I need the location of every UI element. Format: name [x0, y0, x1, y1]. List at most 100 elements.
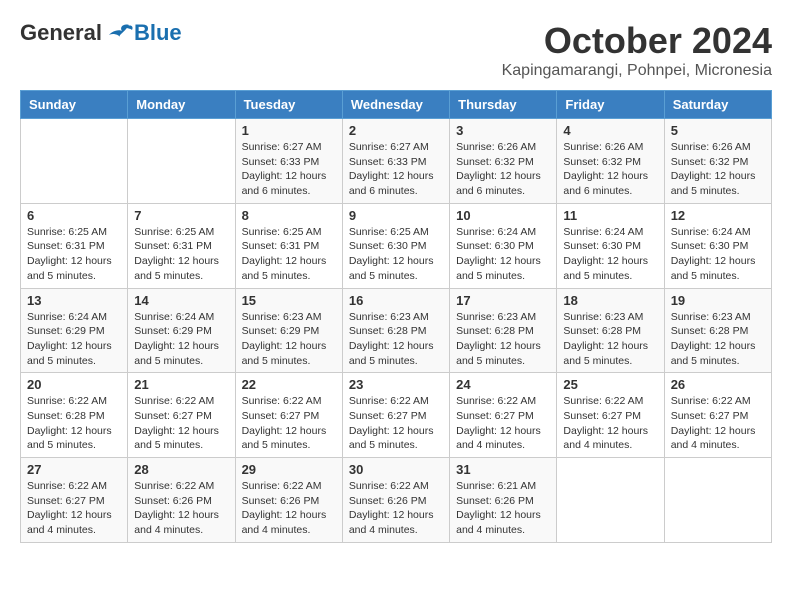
day-info: Sunrise: 6:24 AM Sunset: 6:30 PM Dayligh… — [456, 225, 550, 284]
calendar-week-3: 13 Sunrise: 6:24 AM Sunset: 6:29 PM Dayli… — [21, 288, 772, 373]
calendar-cell: 3Sunrise: 6:26 AM Sunset: 6:32 PM Daylig… — [450, 119, 557, 204]
calendar-cell: 10Sunrise: 6:24 AM Sunset: 6:30 PM Dayli… — [450, 203, 557, 288]
calendar-cell: 1Sunrise: 6:27 AM Sunset: 6:33 PM Daylig… — [235, 119, 342, 204]
day-info: Sunrise: 6:22 AM Sunset: 6:27 PM Dayligh… — [134, 394, 228, 453]
day-number: 28 — [134, 462, 228, 477]
day-info: Sunrise: 6:22 AM Sunset: 6:27 PM Dayligh… — [349, 394, 443, 453]
calendar-cell: 7 Sunrise: 6:25 AM Sunset: 6:31 PM Daylig… — [128, 203, 235, 288]
day-number: 29 — [242, 462, 336, 477]
calendar-cell: 17Sunrise: 6:23 AM Sunset: 6:28 PM Dayli… — [450, 288, 557, 373]
calendar-cell: 13 Sunrise: 6:24 AM Sunset: 6:29 PM Dayli… — [21, 288, 128, 373]
header-friday: Friday — [557, 91, 664, 119]
day-number: 16 — [349, 293, 443, 308]
calendar-cell: 16Sunrise: 6:23 AM Sunset: 6:28 PM Dayli… — [342, 288, 449, 373]
day-info: Sunrise: 6:22 AM Sunset: 6:26 PM Dayligh… — [134, 479, 228, 538]
calendar-cell: 18 Sunrise: 6:23 AM Sunset: 6:28 PM Dayli… — [557, 288, 664, 373]
calendar-cell: 11Sunrise: 6:24 AM Sunset: 6:30 PM Dayli… — [557, 203, 664, 288]
day-number: 31 — [456, 462, 550, 477]
day-number: 5 — [671, 123, 765, 138]
day-number: 7 — [134, 208, 228, 223]
day-info: Sunrise: 6:22 AM Sunset: 6:27 PM Dayligh… — [27, 479, 121, 538]
day-number: 24 — [456, 377, 550, 392]
calendar-header-row: SundayMondayTuesdayWednesdayThursdayFrid… — [21, 91, 772, 119]
calendar-week-1: 1 Sunrise: 6:27 AM Sunset: 6:33 PM Daylig… — [21, 119, 772, 204]
calendar-cell: 14 Sunrise: 6:24 AM Sunset: 6:29 PM Dayli… — [128, 288, 235, 373]
month-title: October 2024 — [502, 20, 772, 62]
calendar-cell: 30 Sunrise: 6:22 AM Sunset: 6:26 PM Dayli… — [342, 458, 449, 543]
day-info: Sunrise: 6:24 AM Sunset: 6:30 PM Dayligh… — [671, 225, 765, 284]
day-info: Sunrise: 6:25 AM Sunset: 6:31 PM Dayligh… — [27, 225, 121, 284]
calendar-cell: 27 Sunrise: 6:22 AM Sunset: 6:27 PM Dayli… — [21, 458, 128, 543]
page-header: General Blue October 2024 Kapingamarangi… — [20, 20, 772, 80]
calendar-cell — [128, 119, 235, 204]
day-info: Sunrise: 6:27 AM Sunset: 6:33 PM Dayligh… — [349, 140, 443, 199]
calendar-cell: 24 Sunrise: 6:22 AM Sunset: 6:27 PM Dayli… — [450, 373, 557, 458]
day-number: 23 — [349, 377, 443, 392]
day-info: Sunrise: 6:22 AM Sunset: 6:27 PM Dayligh… — [563, 394, 657, 453]
header-saturday: Saturday — [664, 91, 771, 119]
calendar-cell: 22Sunrise: 6:22 AM Sunset: 6:27 PM Dayli… — [235, 373, 342, 458]
calendar-cell: 2 Sunrise: 6:27 AM Sunset: 6:33 PM Daylig… — [342, 119, 449, 204]
day-info: Sunrise: 6:22 AM Sunset: 6:28 PM Dayligh… — [27, 394, 121, 453]
day-number: 9 — [349, 208, 443, 223]
day-info: Sunrise: 6:25 AM Sunset: 6:31 PM Dayligh… — [242, 225, 336, 284]
calendar-cell: 31Sunrise: 6:21 AM Sunset: 6:26 PM Dayli… — [450, 458, 557, 543]
calendar-cell — [557, 458, 664, 543]
day-number: 6 — [27, 208, 121, 223]
day-number: 1 — [242, 123, 336, 138]
calendar-table: SundayMondayTuesdayWednesdayThursdayFrid… — [20, 90, 772, 543]
day-info: Sunrise: 6:22 AM Sunset: 6:27 PM Dayligh… — [456, 394, 550, 453]
day-number: 26 — [671, 377, 765, 392]
title-area: October 2024 Kapingamarangi, Pohnpei, Mi… — [502, 20, 772, 80]
day-info: Sunrise: 6:26 AM Sunset: 6:32 PM Dayligh… — [671, 140, 765, 199]
day-number: 27 — [27, 462, 121, 477]
day-number: 12 — [671, 208, 765, 223]
day-number: 19 — [671, 293, 765, 308]
calendar-cell — [664, 458, 771, 543]
calendar-cell: 5 Sunrise: 6:26 AM Sunset: 6:32 PM Daylig… — [664, 119, 771, 204]
day-info: Sunrise: 6:23 AM Sunset: 6:28 PM Dayligh… — [671, 310, 765, 369]
day-number: 25 — [563, 377, 657, 392]
calendar-cell: 15 Sunrise: 6:23 AM Sunset: 6:29 PM Dayli… — [235, 288, 342, 373]
calendar-cell: 29 Sunrise: 6:22 AM Sunset: 6:26 PM Dayli… — [235, 458, 342, 543]
calendar-week-5: 27 Sunrise: 6:22 AM Sunset: 6:27 PM Dayli… — [21, 458, 772, 543]
day-info: Sunrise: 6:24 AM Sunset: 6:30 PM Dayligh… — [563, 225, 657, 284]
calendar-cell: 23 Sunrise: 6:22 AM Sunset: 6:27 PM Dayli… — [342, 373, 449, 458]
header-sunday: Sunday — [21, 91, 128, 119]
day-number: 20 — [27, 377, 121, 392]
header-monday: Monday — [128, 91, 235, 119]
day-info: Sunrise: 6:23 AM Sunset: 6:28 PM Dayligh… — [563, 310, 657, 369]
day-info: Sunrise: 6:22 AM Sunset: 6:26 PM Dayligh… — [242, 479, 336, 538]
day-number: 15 — [242, 293, 336, 308]
calendar-cell: 8 Sunrise: 6:25 AM Sunset: 6:31 PM Daylig… — [235, 203, 342, 288]
day-info: Sunrise: 6:26 AM Sunset: 6:32 PM Dayligh… — [456, 140, 550, 199]
day-info: Sunrise: 6:23 AM Sunset: 6:29 PM Dayligh… — [242, 310, 336, 369]
calendar-cell: 6 Sunrise: 6:25 AM Sunset: 6:31 PM Daylig… — [21, 203, 128, 288]
day-number: 2 — [349, 123, 443, 138]
day-number: 30 — [349, 462, 443, 477]
calendar-cell: 21 Sunrise: 6:22 AM Sunset: 6:27 PM Dayli… — [128, 373, 235, 458]
day-number: 21 — [134, 377, 228, 392]
location: Kapingamarangi, Pohnpei, Micronesia — [502, 62, 772, 80]
day-info: Sunrise: 6:24 AM Sunset: 6:29 PM Dayligh… — [27, 310, 121, 369]
day-number: 14 — [134, 293, 228, 308]
header-tuesday: Tuesday — [235, 91, 342, 119]
calendar-week-2: 6 Sunrise: 6:25 AM Sunset: 6:31 PM Daylig… — [21, 203, 772, 288]
calendar-cell — [21, 119, 128, 204]
day-info: Sunrise: 6:26 AM Sunset: 6:32 PM Dayligh… — [563, 140, 657, 199]
logo-general: General — [20, 20, 102, 46]
day-number: 8 — [242, 208, 336, 223]
calendar-cell: 20 Sunrise: 6:22 AM Sunset: 6:28 PM Dayli… — [21, 373, 128, 458]
day-info: Sunrise: 6:24 AM Sunset: 6:29 PM Dayligh… — [134, 310, 228, 369]
day-number: 13 — [27, 293, 121, 308]
logo-blue-text: Blue — [134, 20, 182, 46]
header-wednesday: Wednesday — [342, 91, 449, 119]
day-info: Sunrise: 6:22 AM Sunset: 6:27 PM Dayligh… — [671, 394, 765, 453]
calendar-cell: 25 Sunrise: 6:22 AM Sunset: 6:27 PM Dayli… — [557, 373, 664, 458]
day-info: Sunrise: 6:25 AM Sunset: 6:31 PM Dayligh… — [134, 225, 228, 284]
day-number: 18 — [563, 293, 657, 308]
logo-bird-icon — [104, 21, 134, 45]
calendar-cell: 4Sunrise: 6:26 AM Sunset: 6:32 PM Daylig… — [557, 119, 664, 204]
day-info: Sunrise: 6:22 AM Sunset: 6:26 PM Dayligh… — [349, 479, 443, 538]
header-thursday: Thursday — [450, 91, 557, 119]
